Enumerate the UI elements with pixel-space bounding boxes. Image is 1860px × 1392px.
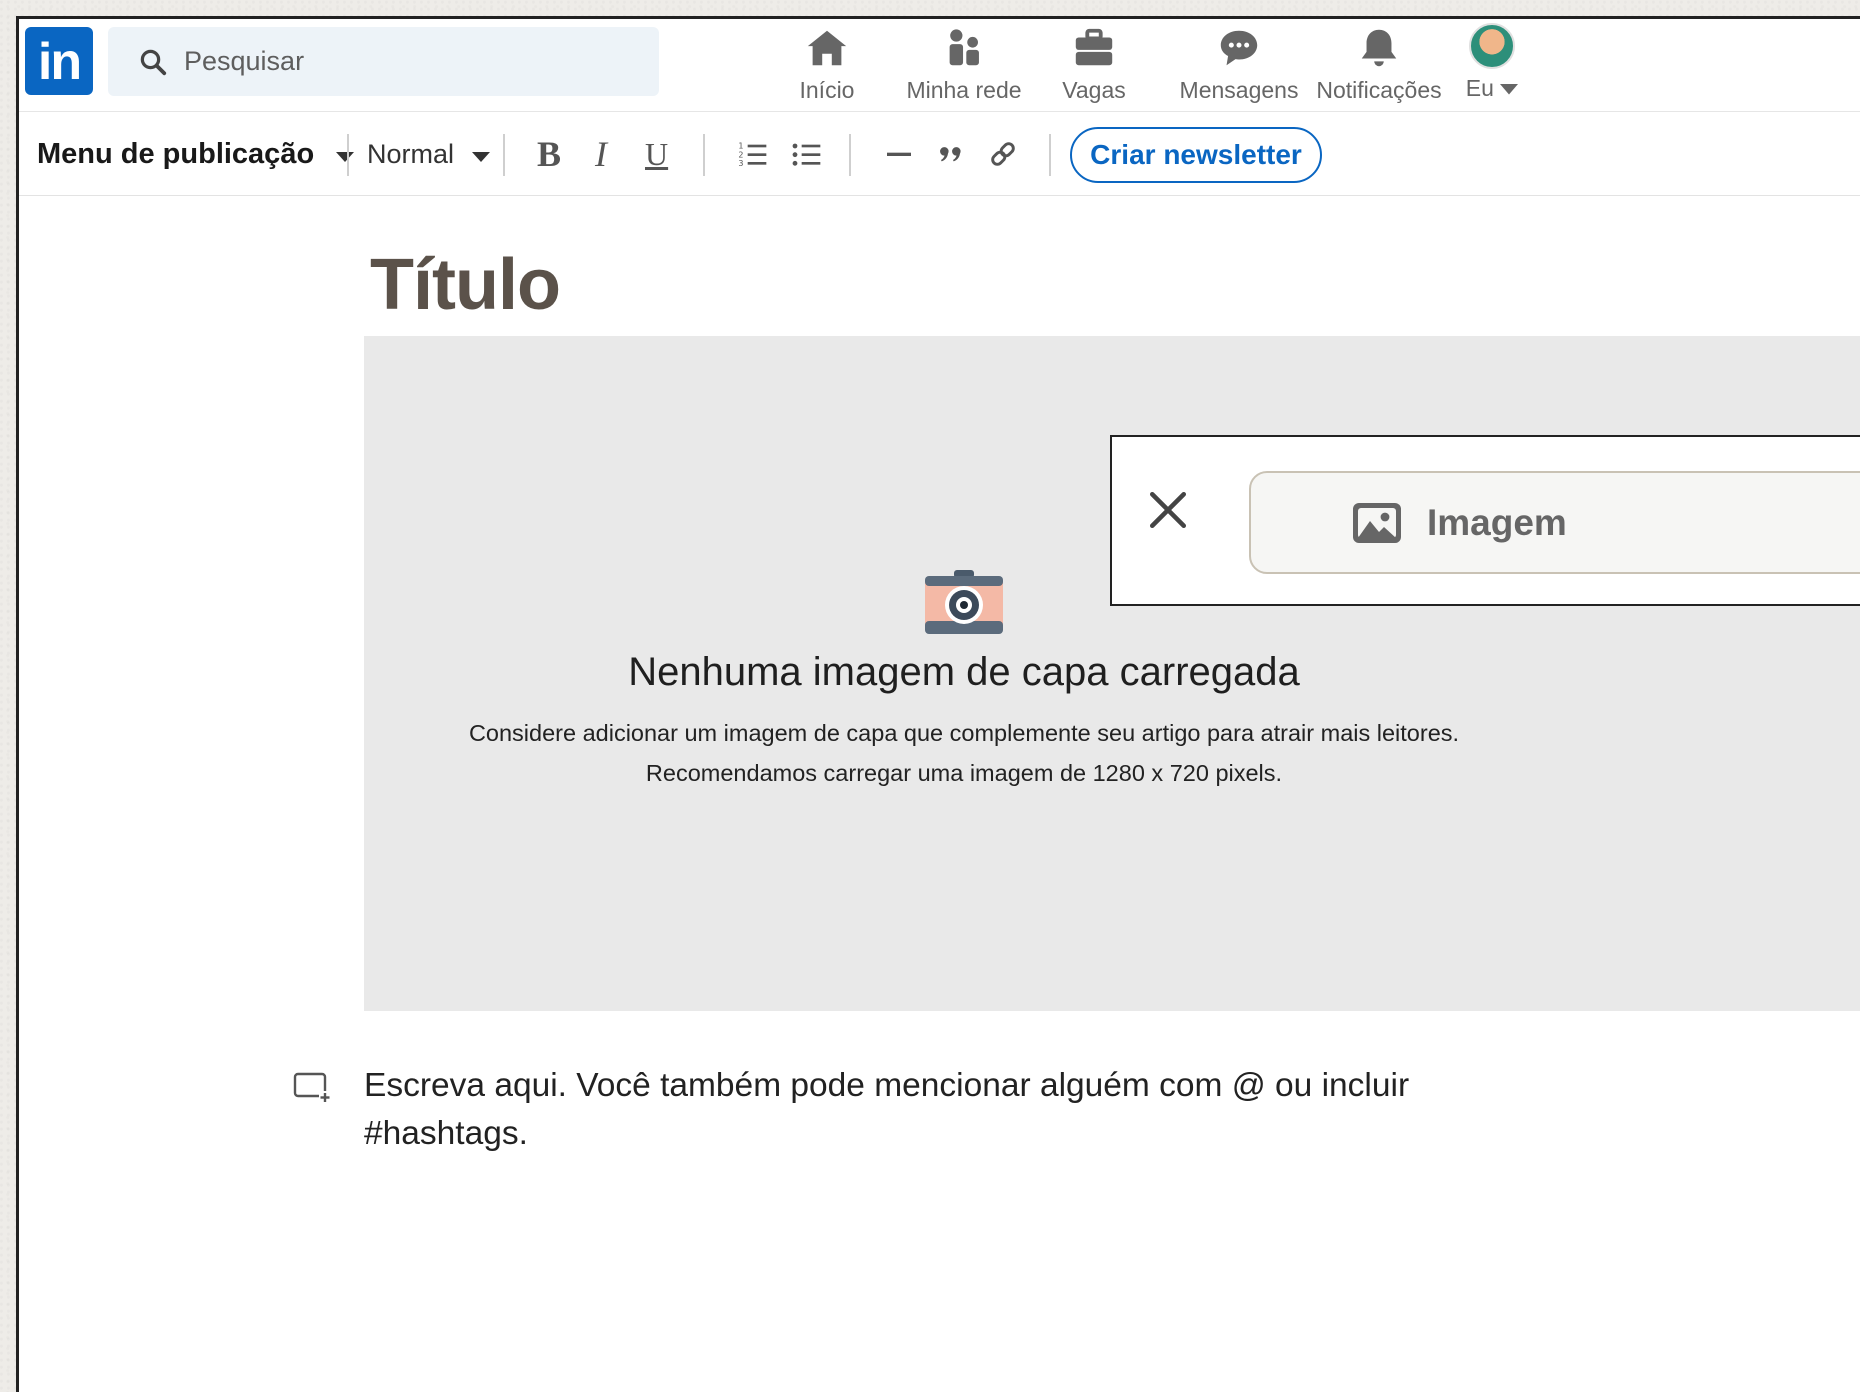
article-title-input[interactable]: Título (370, 244, 561, 326)
nav-item-network[interactable]: Minha rede (894, 23, 1034, 109)
search-input[interactable]: Pesquisar (108, 27, 659, 96)
cover-empty-description: Considere adicionar um imagem de capa qu… (364, 713, 1564, 793)
toolbar-divider (849, 134, 851, 176)
close-icon[interactable] (1147, 489, 1189, 531)
network-icon (949, 29, 979, 66)
quote-icon (940, 147, 961, 162)
nav-item-messaging[interactable]: Mensagens (1169, 23, 1309, 109)
search-placeholder: Pesquisar (184, 46, 305, 76)
horizontal-rule-icon (887, 152, 911, 156)
chevron-down-icon (336, 152, 355, 162)
bulleted-list-icon (792, 143, 821, 166)
cover-upload-popup: Imagem (1110, 435, 1860, 606)
svg-text:2: 2 (738, 150, 743, 159)
underline-button[interactable]: U (645, 112, 668, 196)
numbered-list-icon: 1 2 3 (738, 142, 767, 168)
upload-image-button[interactable]: Imagem (1249, 471, 1860, 574)
cover-empty-heading: Nenhuma imagem de capa carregada (628, 650, 1300, 694)
chevron-down-icon (1500, 84, 1519, 95)
bold-icon: B (537, 134, 562, 174)
nav-label-network: Minha rede (906, 77, 1022, 103)
chevron-down-icon (472, 152, 491, 162)
upload-image-label: Imagem (1427, 501, 1567, 543)
cover-description-line-2: Recomendamos carregar uma imagem de 1280… (645, 760, 1283, 786)
toolbar-divider (503, 134, 505, 176)
quote-button[interactable] (935, 112, 967, 196)
underline-icon: U (645, 136, 669, 172)
publication-menu-label: Menu de publicação (37, 137, 315, 170)
toolbar-divider (347, 134, 349, 176)
add-block-icon[interactable] (293, 1071, 331, 1103)
svg-text:3: 3 (738, 159, 743, 168)
numbered-list-button[interactable]: 1 2 3 (737, 112, 769, 196)
text-style-value: Normal (367, 138, 455, 169)
nav-label-messaging: Mensagens (1179, 77, 1299, 103)
toolbar-divider (703, 134, 705, 176)
bold-button[interactable]: B (537, 112, 561, 196)
image-icon (1353, 502, 1401, 543)
bulleted-list-button[interactable] (791, 112, 823, 196)
italic-icon: I (595, 134, 607, 174)
nav-item-home[interactable]: Início (777, 23, 877, 109)
link-button[interactable] (987, 112, 1019, 196)
editor-toolbar: Menu de publicação Normal B I U 1 2 3 Cr… (19, 112, 1860, 196)
nav-item-me[interactable]: Eu (1447, 23, 1537, 109)
nav-label-jobs: Vagas (1062, 77, 1126, 103)
nav-label-me: Eu (1466, 75, 1519, 102)
nav-item-jobs[interactable]: Vagas (1044, 23, 1144, 109)
link-icon (991, 142, 1015, 166)
home-icon (807, 30, 847, 66)
cover-description-line-1: Considere adicionar um imagem de capa qu… (468, 720, 1460, 746)
publication-menu-dropdown[interactable]: Menu de publicação (37, 112, 355, 196)
divider-button[interactable] (883, 112, 915, 196)
nav-label-notifications: Notificações (1316, 77, 1442, 103)
create-newsletter-button[interactable]: Criar newsletter (1070, 127, 1322, 183)
linkedin-logo[interactable]: in (25, 27, 93, 95)
nav-label-home: Início (799, 77, 855, 103)
toolbar-divider (1049, 134, 1051, 176)
messaging-icon (1220, 30, 1258, 66)
search-icon (140, 49, 167, 75)
global-nav: in Pesquisar Início Minha rede Vagas Men… (19, 19, 1860, 112)
article-body-input[interactable]: Escreva aqui. Você também pode mencionar… (364, 1062, 1564, 1158)
avatar (1469, 23, 1515, 69)
nav-item-notifications[interactable]: Notificações (1299, 23, 1459, 109)
bell-icon (1361, 29, 1397, 67)
briefcase-icon (1075, 28, 1113, 66)
italic-button[interactable]: I (595, 112, 607, 196)
browser-window: in Pesquisar Início Minha rede Vagas Men… (16, 16, 1860, 1392)
camera-icon (925, 570, 1003, 634)
text-style-select[interactable]: Normal (367, 112, 491, 196)
svg-text:1: 1 (738, 142, 743, 151)
